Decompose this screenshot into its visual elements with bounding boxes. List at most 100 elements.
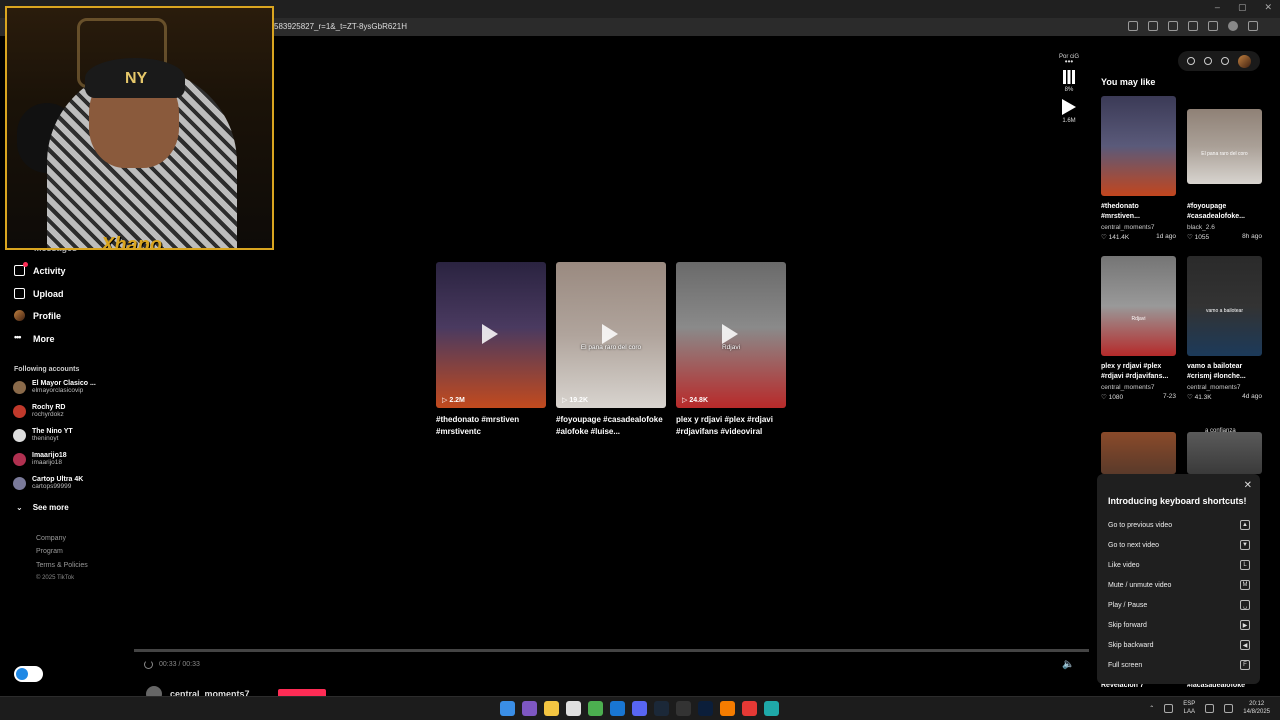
stats-dots-icon[interactable]: ••• xyxy=(1056,58,1082,66)
replay-icon[interactable] xyxy=(144,660,153,669)
following-account[interactable]: The Nino YT theninoyt xyxy=(13,428,73,442)
mic-icon[interactable] xyxy=(1164,703,1174,713)
video-title[interactable]: #foyoupage #casadealofoke... xyxy=(1187,202,1262,222)
footer-link-terms[interactable]: Terms & Policies xyxy=(36,562,88,569)
author-name[interactable]: central_moments7 xyxy=(1101,384,1176,391)
video-title[interactable]: #thedonato #mrstiven... xyxy=(1101,202,1176,222)
video-thumbnail[interactable]: Rdjavi xyxy=(1101,256,1176,356)
compass-icon[interactable] xyxy=(1186,57,1195,65)
recommended-video-card[interactable]: El pana raro del coro ▷ 19.2K #foyoupage… xyxy=(556,262,666,438)
windows-taskbar: ⌃ ESP LAA 20:12 14/8/2025 xyxy=(0,696,1280,720)
video-title[interactable]: vamo a bailotear #crismj #lonche... xyxy=(1187,362,1262,382)
video-title[interactable]: plex y rdjavi #plex #rdjavi #rdjavifans.… xyxy=(1101,362,1176,382)
suggested-video-card[interactable]: #thedonato #mrstiven... central_moments7… xyxy=(1101,96,1176,241)
copilot-icon[interactable] xyxy=(522,701,537,716)
user-avatar[interactable] xyxy=(1238,54,1252,68)
shortcut-row: Play / Pause ␣ xyxy=(1108,600,1250,610)
sidebar-item-more[interactable]: ••• More xyxy=(14,333,55,344)
view-count-value: 19.2K xyxy=(569,397,589,404)
steam-icon[interactable] xyxy=(654,701,669,716)
volume-icon[interactable]: 🔈 xyxy=(1062,659,1074,670)
maximize-icon[interactable]: ▢ xyxy=(1238,2,1247,13)
browser-menu-icon[interactable] xyxy=(1248,21,1258,31)
theme-toggle[interactable] xyxy=(14,666,43,682)
close-icon[interactable]: ✕ xyxy=(1244,480,1252,491)
outlook-icon[interactable] xyxy=(610,701,625,716)
suggested-video-thumbnail[interactable] xyxy=(1187,432,1262,474)
suggested-video-card[interactable]: vamo a bailotear vamo a bailotear #crism… xyxy=(1187,256,1262,401)
footer-link-program[interactable]: Program xyxy=(36,548,63,555)
following-account[interactable]: El Mayor Clasico ... elmayorclasicovip xyxy=(13,380,96,394)
sidebar-item-activity[interactable]: Activity xyxy=(14,262,66,276)
video-thumbnail[interactable]: El pana raro del coro xyxy=(1187,109,1262,184)
author-name[interactable]: central_moments7 xyxy=(1187,384,1262,391)
network-icon[interactable] xyxy=(1205,703,1215,713)
obs-icon[interactable] xyxy=(676,701,691,716)
bookmark-star-icon[interactable] xyxy=(1148,21,1158,31)
clock[interactable]: 20:12 14/8/2025 xyxy=(1243,700,1270,716)
suggested-video-card[interactable]: Rdjavi plex y rdjavi #plex #rdjavi #rdja… xyxy=(1101,256,1176,401)
file-explorer-icon[interactable] xyxy=(544,701,559,716)
video-thumbnail[interactable]: ▷ 2.2M xyxy=(436,262,546,408)
windows-start-icon[interactable] xyxy=(500,701,515,716)
sidebar-item-label: More xyxy=(33,333,55,344)
arrow-down-key-icon: ▼ xyxy=(1240,540,1250,550)
sidebar-item-upload[interactable]: Upload xyxy=(14,288,64,299)
install-app-icon[interactable] xyxy=(1128,21,1138,31)
thumbnail-caption: vamo a bailotear xyxy=(1206,308,1243,314)
recommended-video-card[interactable]: ▷ 2.2M #thedonato #mrstiven #mrstiventc xyxy=(436,262,546,438)
profile-icon[interactable] xyxy=(1228,21,1238,31)
cap-logo: NY xyxy=(125,70,148,87)
minimize-icon[interactable]: – xyxy=(1215,2,1220,13)
following-account[interactable]: Imaarijo18 imaarijo18 xyxy=(13,452,67,466)
profile-avatar-icon xyxy=(14,310,25,321)
url-text[interactable]: 583925827_r=1&_t=ZT-8ysGbR621H xyxy=(274,22,407,31)
chrome-icon[interactable] xyxy=(588,701,603,716)
video-title[interactable]: plex y rdjavi #plex #rdjavi #rdjavifans … xyxy=(676,414,786,438)
suggested-video-card[interactable]: El pana raro del coro #foyoupage #casade… xyxy=(1187,96,1262,241)
author-name[interactable]: black_2.6 xyxy=(1187,224,1262,231)
video-progress-bar[interactable] xyxy=(134,649,1089,652)
chevron-down-icon: ⌄ xyxy=(16,503,23,512)
thumbnail-caption: El pana raro del coro xyxy=(580,344,642,351)
avatar xyxy=(13,476,26,490)
vlc-icon[interactable] xyxy=(720,701,735,716)
shortcut-label: Skip forward xyxy=(1108,621,1147,629)
f-key-icon: F xyxy=(1240,660,1250,670)
video-thumbnail[interactable]: Rdjavi ▷ 24.8K xyxy=(676,262,786,408)
edge-icon[interactable] xyxy=(764,701,779,716)
discord-icon[interactable] xyxy=(632,701,647,716)
see-more-button[interactable]: ⌄ See more xyxy=(16,503,69,512)
video-thumbnail[interactable] xyxy=(1101,96,1176,196)
download-icon[interactable] xyxy=(1221,57,1230,65)
suggested-video-thumbnail[interactable] xyxy=(1101,432,1176,474)
account-handle: rochyrdokz xyxy=(32,411,64,418)
sidebar-item-profile[interactable]: Profile xyxy=(14,310,61,321)
sidebar-icon[interactable] xyxy=(1188,21,1198,31)
language-indicator[interactable]: ESP LAA xyxy=(1183,700,1195,716)
photoshop-icon[interactable] xyxy=(698,701,713,716)
keyboard-layout: LAA xyxy=(1183,709,1195,715)
following-account[interactable]: Rochy RD rochyrdokz xyxy=(13,404,65,418)
extensions-icon[interactable] xyxy=(1168,21,1178,31)
recommended-video-card[interactable]: Rdjavi ▷ 24.8K plex y rdjavi #plex #rdja… xyxy=(676,262,786,438)
account-name: Cartop Ultra 4K xyxy=(32,476,84,483)
calendar-icon[interactable] xyxy=(566,701,581,716)
video-title[interactable]: #thedonato #mrstiven #mrstiventc xyxy=(436,414,546,438)
footer-link-company[interactable]: Company xyxy=(36,535,66,542)
following-account[interactable]: Cartop Ultra 4K cartops99999 xyxy=(13,476,83,490)
author-name[interactable]: central_moments7 xyxy=(1101,224,1176,231)
chevron-up-icon[interactable]: ⌃ xyxy=(1149,705,1154,712)
favorites-icon[interactable] xyxy=(1208,21,1218,31)
volume-tray-icon[interactable] xyxy=(1224,703,1234,713)
video-thumbnail[interactable]: El pana raro del coro ▷ 19.2K xyxy=(556,262,666,408)
system-tray: ⌃ ESP LAA 20:12 14/8/2025 xyxy=(1149,700,1270,716)
video-title[interactable]: #foyoupage #casadealofoke #alofoke #luis… xyxy=(556,414,666,438)
like-count: 1055 xyxy=(1194,234,1210,241)
bar-chart-icon[interactable] xyxy=(1063,70,1075,84)
time-readout: 00:33 / 00:33 xyxy=(159,661,200,668)
close-window-icon[interactable]: ✕ xyxy=(1264,2,1272,13)
chrome-alt-icon[interactable] xyxy=(742,701,757,716)
phone-icon[interactable] xyxy=(1203,57,1212,65)
video-thumbnail[interactable]: vamo a bailotear xyxy=(1187,256,1262,356)
